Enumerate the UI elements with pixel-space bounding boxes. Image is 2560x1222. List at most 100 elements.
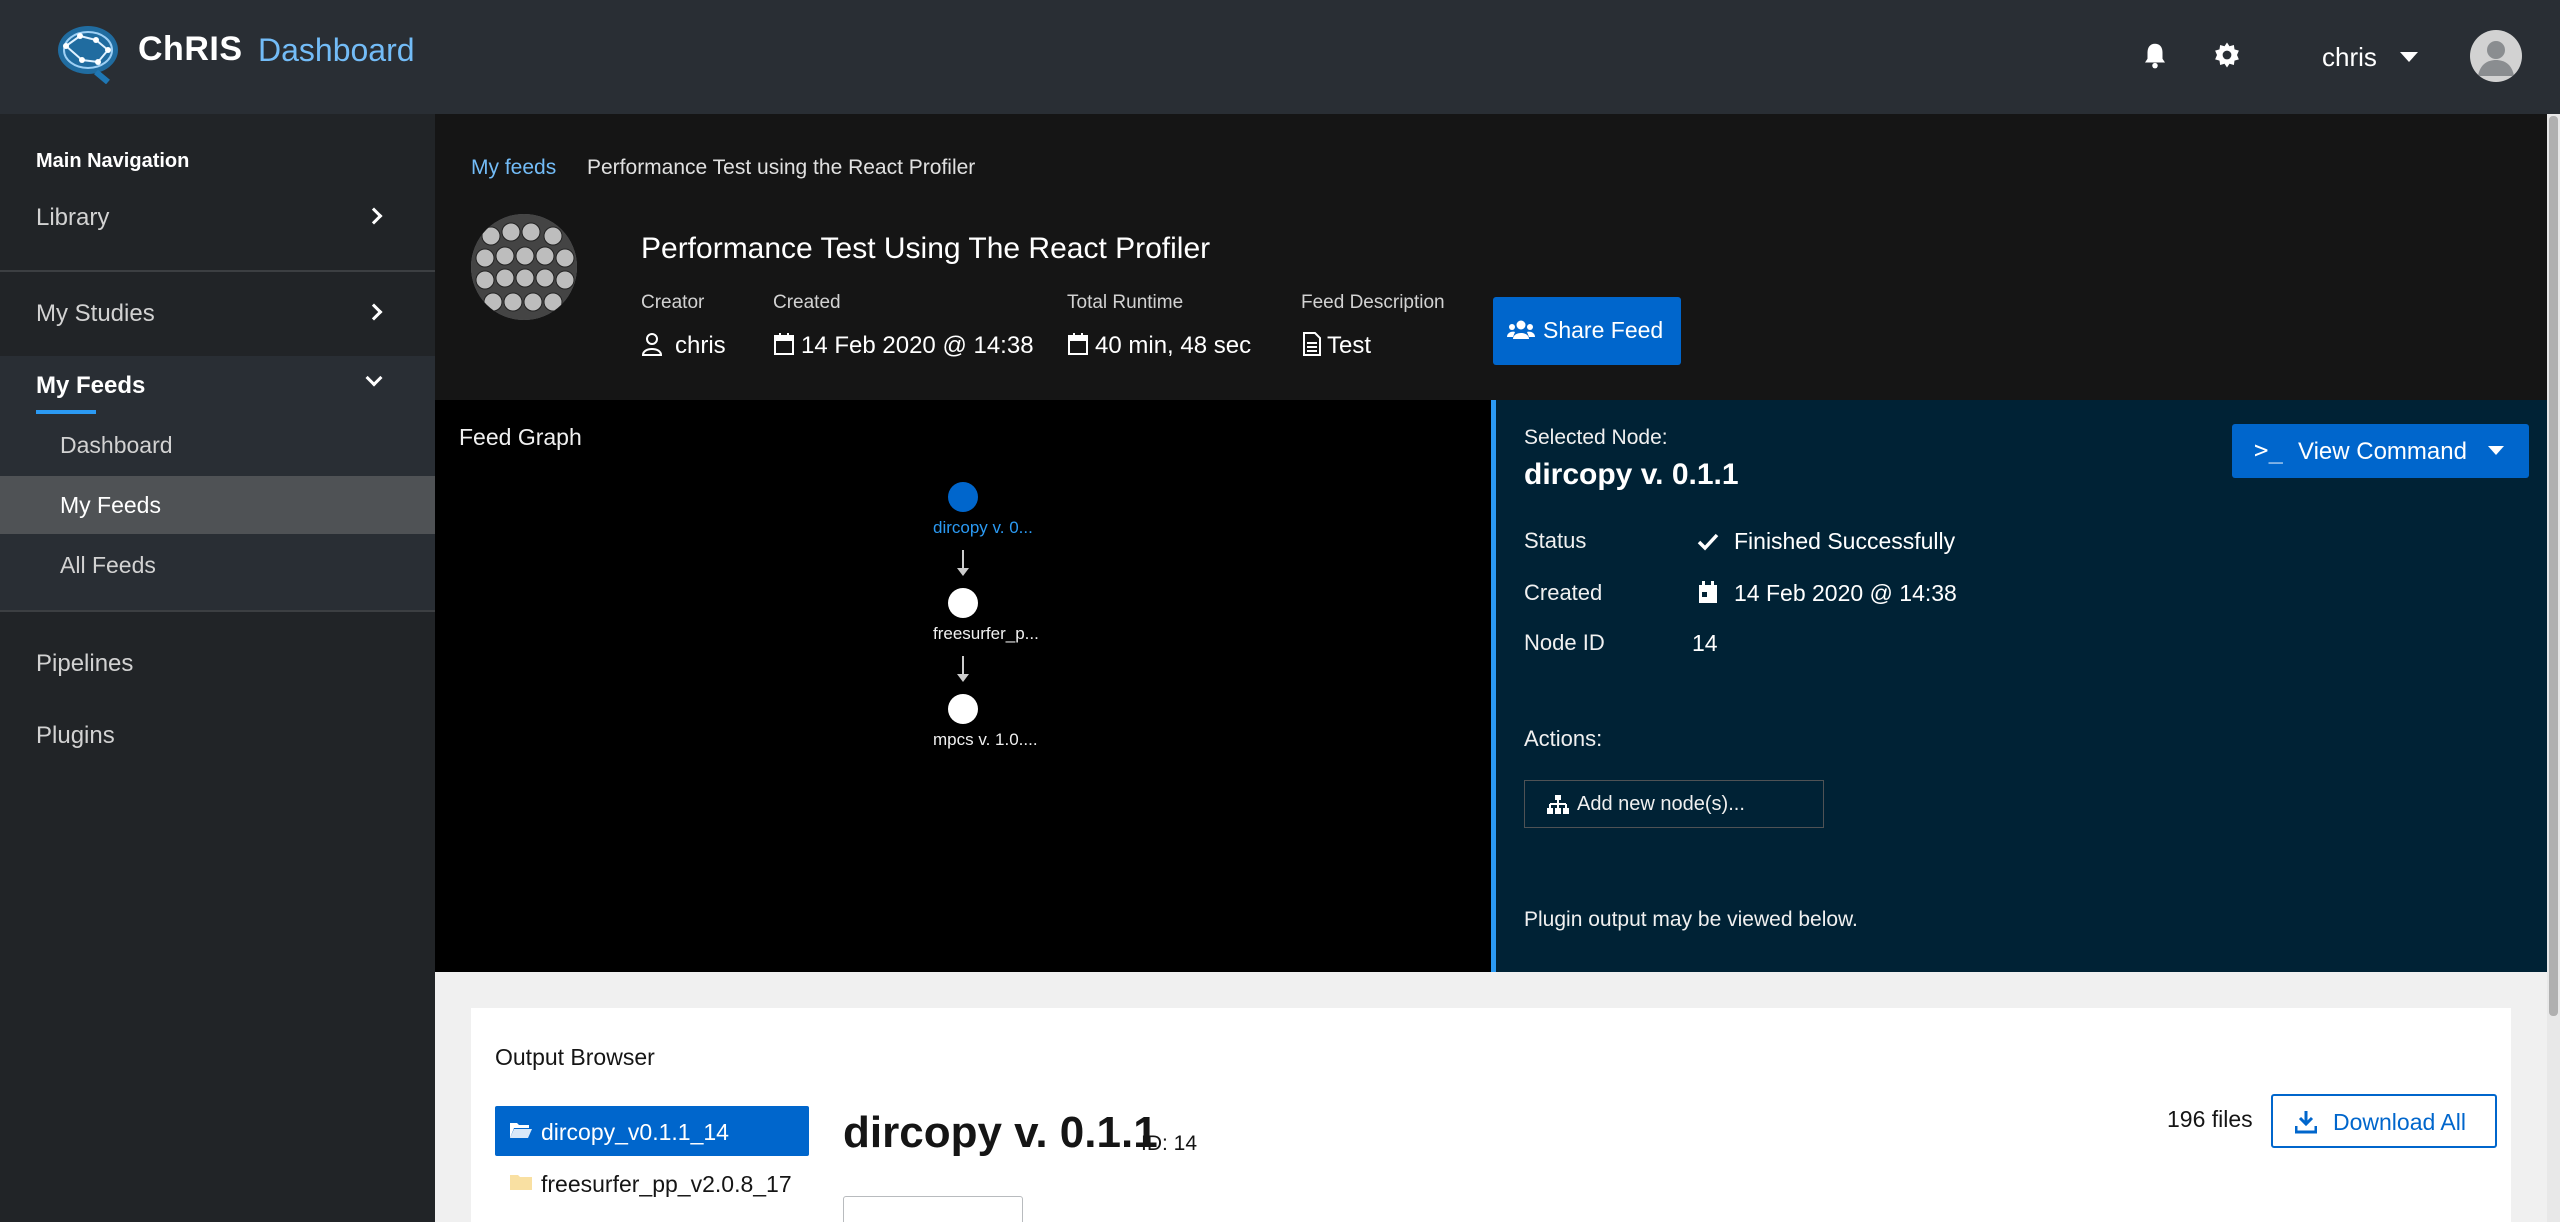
node-created-label: Created [1524,580,1603,605]
chris-logo-icon [58,26,118,84]
file-text-icon [1303,332,1321,356]
selected-node-label: Selected Node: [1524,426,1668,449]
output-browser-title: Output Browser [495,1044,655,1070]
node-id-label: Node ID [1524,630,1605,655]
created-label: Created [773,292,841,313]
users-icon [1507,320,1535,339]
node-id-value: 14 [1692,630,1718,656]
breadcrumb-link[interactable]: My feeds [471,156,556,180]
graph-node-label[interactable]: dircopy v. 0... [933,518,1033,538]
graph-title: Feed Graph [459,424,582,450]
chevron-right-icon [365,207,383,225]
breadcrumb-current: Performance Test using the React Profile… [587,156,976,179]
share-feed-button[interactable]: Share Feed [1493,297,1681,365]
share-feed-label: Share Feed [1543,317,1664,343]
terminal-icon: >_ [2254,436,2283,464]
sidebar-item-plugins[interactable]: Plugins [0,706,435,766]
output-plugin-id: ID: 14 [1141,1132,1198,1155]
feed-title: Performance Test Using The React Profile… [641,232,1211,265]
sidebar-item-label: All Feeds [60,552,156,578]
sidebar-item-library[interactable]: Library [0,188,435,248]
nav-title: Main Navigation [36,150,190,172]
download-all-button[interactable]: Download All [2271,1094,2497,1148]
node-created-value: 14 Feb 2020 @ 14:38 [1734,580,1957,606]
file-count: 196 files [2167,1106,2253,1132]
creator-value: chris [675,332,726,359]
sitemap-icon [1547,795,1569,814]
sidebar-item-my-feeds[interactable]: My Feeds [0,356,435,416]
sidebar-item-label: Library [36,204,110,231]
sidebar: Main Navigation Library My Studies My Fe… [0,114,435,1222]
folder-icon [510,1175,532,1190]
view-command-label: View Command [2298,438,2467,465]
scrollbar-thumb[interactable] [2549,116,2558,1016]
graph-node-label[interactable]: freesurfer_p... [933,624,1039,644]
sidebar-item-label: Pipelines [36,650,134,677]
output-browser-section: Output Browser dircopy_v0.1.1_14 freesur… [435,972,2547,1222]
runtime-value: 40 min, 48 sec [1095,332,1252,359]
feed-thumbnail [471,214,577,320]
avatar[interactable] [2470,30,2522,82]
tree-item-label: freesurfer_pp_v2.0.8_17 [541,1171,792,1197]
add-node-label: Add new node(s)... [1577,793,1745,815]
actions-label: Actions: [1524,726,1603,751]
runtime-label: Total Runtime [1067,292,1184,313]
sidebar-subitem-my-feeds[interactable]: My Feeds [0,476,435,534]
path-chip[interactable] [843,1196,1023,1222]
calendar-icon [1699,581,1717,603]
download-icon [2295,1111,2317,1134]
graph-node-mpcs[interactable] [948,694,978,724]
sidebar-subitem-all-feeds[interactable]: All Feeds [0,536,435,594]
check-icon [1697,533,1719,551]
sidebar-item-label: Plugins [36,722,115,749]
selected-node-name: dircopy v. 0.1.1 [1524,458,1739,491]
graph-node-freesurfer[interactable] [948,588,978,618]
calendar-icon [774,333,794,355]
sidebar-item-label: My Feeds [36,372,146,399]
user-menu-label[interactable]: chris [2322,42,2377,73]
description-label: Feed Description [1301,292,1445,313]
output-plugin-name: dircopy v. 0.1.1 [843,1108,1158,1157]
graph-edge [957,656,969,682]
top-header: ChRIS Dashboard chris [0,0,2560,114]
brand-name: ChRIS [138,30,243,68]
folder-open-icon [510,1123,532,1138]
creator-label: Creator [641,292,705,313]
created-value: 14 Feb 2020 @ 14:38 [801,332,1034,359]
chevron-right-icon [365,303,383,321]
caret-down-icon[interactable] [2400,52,2418,62]
divider [0,610,435,612]
notification-bell-icon[interactable] [2140,40,2170,70]
add-node-button[interactable]: Add new node(s)... [1524,780,1824,828]
calendar-icon [1068,333,1088,355]
graph-edge [957,550,969,576]
caret-down-icon [2488,446,2504,455]
divider [0,270,435,272]
plugin-output-note: Plugin output may be viewed below. [1524,908,1858,931]
user-icon [641,333,663,356]
sidebar-item-pipelines[interactable]: Pipelines [0,634,435,694]
output-browser-card: Output Browser dircopy_v0.1.1_14 freesur… [471,1008,2511,1222]
description-value: Test [1327,332,1372,359]
view-command-button[interactable]: >_ View Command [2232,424,2529,478]
tree-item-dircopy[interactable]: dircopy_v0.1.1_14 [495,1106,809,1156]
feed-graph-panel: Feed Graph dircopy v. 0... freesurfer_p.… [435,400,1491,972]
status-label: Status [1524,528,1587,553]
node-details-panel: Selected Node: dircopy v. 0.1.1 >_ View … [1491,400,2547,972]
feed-header-section: My feeds Performance Test using the Reac… [435,114,2547,400]
brand-subtitle: Dashboard [258,32,415,68]
tree-item-freesurfer[interactable]: freesurfer_pp_v2.0.8_17 [495,1158,809,1208]
graph-node-dircopy[interactable] [948,482,978,512]
sidebar-item-label: Dashboard [60,432,173,458]
active-indicator [36,410,96,414]
sidebar-item-label: My Feeds [60,492,161,518]
sidebar-item-label: My Studies [36,300,155,327]
download-all-label: Download All [2333,1109,2466,1135]
graph-node-label[interactable]: mpcs v. 1.0.... [933,730,1038,750]
sidebar-subitem-dashboard[interactable]: Dashboard [0,416,435,474]
status-value: Finished Successfully [1734,528,1956,554]
sidebar-item-my-studies[interactable]: My Studies [0,284,435,344]
tree-item-label: dircopy_v0.1.1_14 [541,1119,729,1145]
gear-icon[interactable] [2212,40,2242,70]
chevron-down-icon [365,369,383,387]
